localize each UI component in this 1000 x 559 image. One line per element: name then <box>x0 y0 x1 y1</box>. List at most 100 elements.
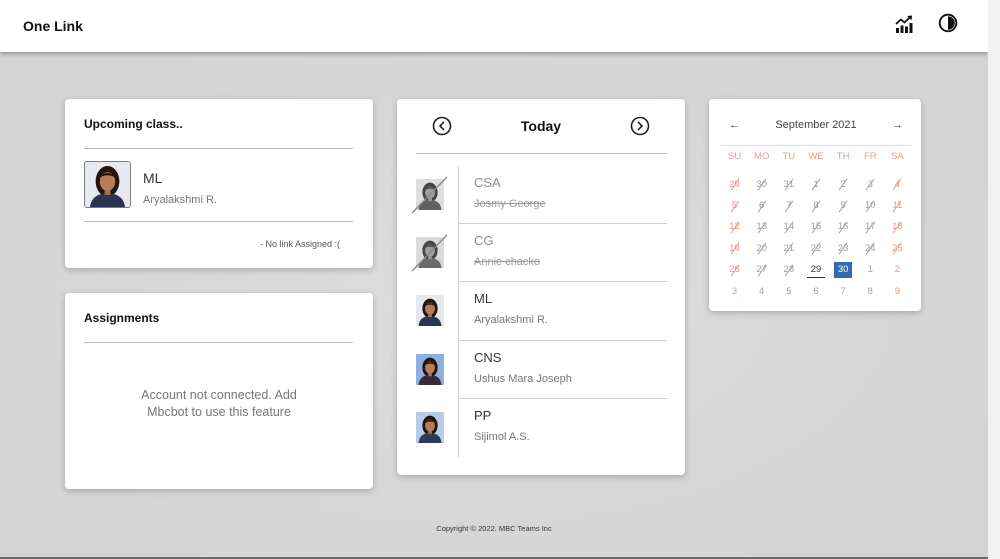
calendar-day-number: 5 <box>786 285 792 297</box>
calendar-day[interactable]: 23 <box>830 238 857 259</box>
calendar-day[interactable]: 6 <box>748 195 775 216</box>
calendar-day[interactable]: 20 <box>748 238 775 259</box>
calendar-day[interactable]: 31 <box>775 174 802 195</box>
calendar-day[interactable]: 6 <box>802 281 829 302</box>
calendar-day-number: 23 <box>834 241 852 257</box>
chart-line-up-icon[interactable] <box>894 14 914 34</box>
class-row[interactable]: CG Annie chacko <box>397 224 685 283</box>
calendar-day-number: 11 <box>888 198 906 214</box>
calendar-day[interactable]: 9 <box>830 195 857 216</box>
calendar-day-number: 7 <box>780 198 798 214</box>
contrast-icon[interactable] <box>938 13 958 33</box>
chevron-right-circle-icon[interactable] <box>630 116 650 136</box>
calendar-day-number: 7 <box>840 285 846 297</box>
calendar-day[interactable]: 21 <box>775 238 802 259</box>
calendar-day[interactable]: 17 <box>857 217 884 238</box>
calendar-day[interactable]: 27 <box>748 260 775 281</box>
calendar-day-number: 29 <box>726 177 744 193</box>
calendar-day-number: 4 <box>759 285 765 297</box>
calendar-weekday-row: SU MO TU WE TH FR SA <box>721 146 911 166</box>
calendar-day[interactable]: 4 <box>748 281 775 302</box>
calendar-day-number: 6 <box>753 198 771 214</box>
calendar-days-grid: 29 30 31 1 2 3 4 5 6 7 8 9 10 11 12 13 14 15 16 17 18 19 20 21 2… <box>721 174 911 302</box>
calendar-day[interactable]: 15 <box>802 217 829 238</box>
upcoming-class-card: Upcoming class.. ML Aryalakshmi R. - No … <box>65 99 373 268</box>
calendar-day-number: 2 <box>894 264 901 276</box>
calendar-day[interactable]: 10 <box>857 195 884 216</box>
card-title: Assignments <box>84 311 160 325</box>
calendar-day[interactable]: 18 <box>884 217 911 238</box>
calendar-day[interactable]: 26 <box>721 260 748 281</box>
calendar-day[interactable]: 30 <box>748 174 775 195</box>
calendar-next-button[interactable]: → <box>884 118 911 132</box>
divider <box>84 221 353 222</box>
calendar-day-number: 20 <box>753 241 771 257</box>
calendar-day[interactable]: 12 <box>721 217 748 238</box>
calendar-prev-button[interactable]: ← <box>721 118 748 132</box>
app-title: One Link <box>23 18 83 34</box>
class-teacher: Aryalakshmi R. <box>143 194 217 206</box>
class-subject: ML <box>474 291 493 307</box>
calendar-day-number: 9 <box>894 285 901 297</box>
calendar-day[interactable]: 4 <box>884 174 911 195</box>
calendar-day[interactable]: 14 <box>775 217 802 238</box>
calendar-day[interactable]: 1 <box>857 260 884 281</box>
class-row[interactable]: CSA Josmy George <box>397 166 685 225</box>
calendar-day-number: 8 <box>867 285 873 297</box>
teacher-avatar <box>411 176 448 214</box>
calendar-month-label[interactable]: September 2021 <box>749 118 883 132</box>
calendar-day[interactable]: 2 <box>830 174 857 195</box>
calendar-day-number: 26 <box>726 262 744 278</box>
calendar-day[interactable]: 19 <box>721 238 748 259</box>
calendar-day[interactable]: 16 <box>830 217 857 238</box>
teacher-avatar <box>411 234 448 272</box>
class-row[interactable]: PP Sijimol A.S. <box>397 399 685 457</box>
calendar-day[interactable]: 2 <box>884 260 911 281</box>
class-row[interactable]: CNS Ushus Mara Joseph <box>397 341 685 399</box>
calendar-day[interactable]: 9 <box>884 281 911 302</box>
calendar-day-number: 3 <box>861 177 879 193</box>
calendar-day[interactable]: 30 <box>830 260 857 281</box>
calendar-day[interactable]: 28 <box>775 260 802 281</box>
calendar-day[interactable]: 8 <box>857 281 884 302</box>
card-title: Upcoming class.. <box>84 117 183 131</box>
class-link-status: - No link Assigned :( <box>259 239 340 249</box>
calendar-day-number: 24 <box>861 241 879 257</box>
weekday-header: TH <box>836 150 850 162</box>
calendar-day[interactable]: 5 <box>721 195 748 216</box>
class-teacher: Sijimol A.S. <box>474 430 530 443</box>
teacher-avatar <box>416 353 444 385</box>
calendar-day[interactable]: 3 <box>721 281 748 302</box>
weekday-header: FR <box>863 150 877 162</box>
calendar-day-number: 27 <box>753 262 771 278</box>
top-navbar: One Link <box>0 0 988 52</box>
calendar-day[interactable]: 8 <box>802 195 829 216</box>
calendar-day[interactable]: 7 <box>775 195 802 216</box>
calendar-day[interactable]: 13 <box>748 217 775 238</box>
calendar-day[interactable]: 22 <box>802 238 829 259</box>
calendar-day[interactable]: 24 <box>857 238 884 259</box>
calendar-day-number: 17 <box>861 219 879 235</box>
calendar-day-number: 9 <box>834 198 852 214</box>
person-photo <box>416 353 444 385</box>
calendar-day-number: 14 <box>780 219 798 235</box>
calendar-day-number: 19 <box>726 241 744 257</box>
class-teacher: Aryalakshmi R. <box>474 314 548 327</box>
calendar-day[interactable]: 1 <box>802 174 829 195</box>
vertical-scrollbar[interactable] <box>988 0 1000 559</box>
calendar-day[interactable]: 7 <box>830 281 857 302</box>
calendar-day[interactable]: 25 <box>884 238 911 259</box>
calendar-day[interactable]: 29 <box>721 174 748 195</box>
calendar-day[interactable]: 11 <box>884 195 911 216</box>
calendar-day[interactable]: 5 <box>775 281 802 302</box>
class-row[interactable]: ML Aryalakshmi R. <box>397 282 685 341</box>
calendar-day[interactable]: 29 <box>802 260 829 281</box>
calendar-day[interactable]: 3 <box>857 174 884 195</box>
class-subject: PP <box>474 407 492 423</box>
calendar-day-number: 1 <box>807 177 825 193</box>
teacher-avatar <box>416 295 444 327</box>
calendar-day-number: 15 <box>807 219 825 235</box>
person-photo <box>416 411 444 443</box>
class-list: CSA Josmy George CG Annie chacko ML Aryalaksh… <box>397 166 685 457</box>
class-teacher: Ushus Mara Joseph <box>474 372 572 385</box>
